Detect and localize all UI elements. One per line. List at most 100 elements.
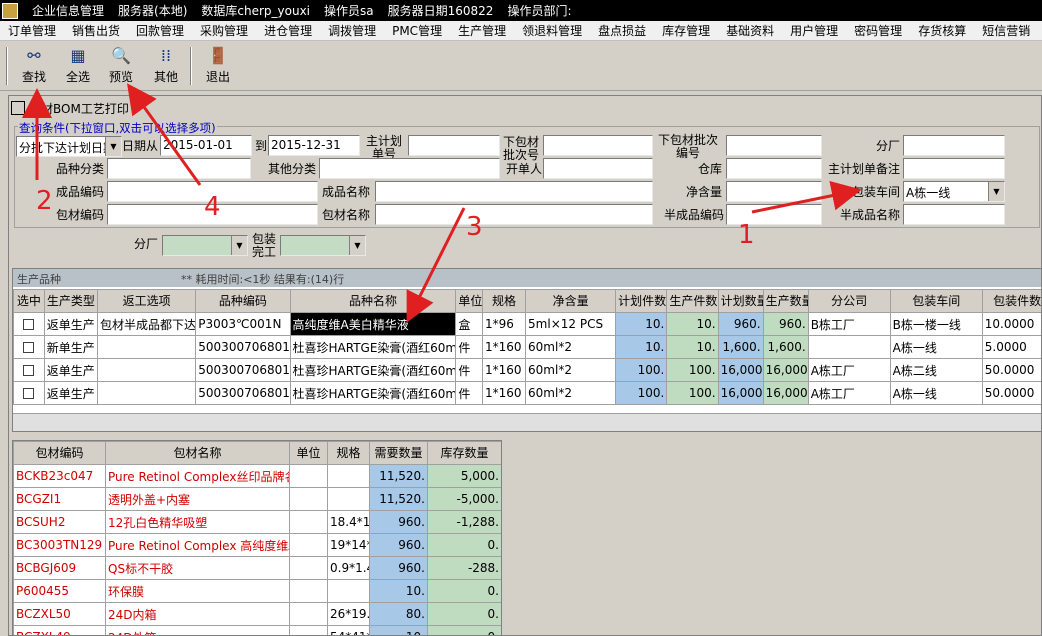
menu-item[interactable]: PMC管理: [384, 22, 450, 39]
column-header[interactable]: 包装件数: [981, 289, 1041, 313]
table-cell[interactable]: A栋二线: [889, 358, 983, 382]
table-cell[interactable]: 100.: [615, 358, 668, 382]
table-cell[interactable]: [96, 335, 197, 359]
other-class-input[interactable]: [319, 158, 500, 179]
menu-item[interactable]: 存货核算: [910, 22, 974, 39]
table-row[interactable]: BCKB23c047 Pure Retinol Complex丝印品牌名 11,52…: [13, 464, 501, 488]
table-cell[interactable]: 960.: [762, 312, 809, 336]
table-row[interactable]: BCSUH212孔白色精华吸塑 18.4*13960.-1,288.: [13, 510, 501, 534]
table-cell[interactable]: 杜喜珍HARTGE染膏(酒红60m: [289, 358, 457, 382]
menu-item[interactable]: 领退料管理: [514, 22, 590, 39]
table-cell[interactable]: [289, 556, 328, 580]
table-cell[interactable]: 10.0000: [981, 312, 1041, 336]
table-cell[interactable]: 10.: [615, 312, 668, 336]
table-cell[interactable]: [289, 533, 328, 557]
table-cell[interactable]: -5,000.: [427, 487, 501, 511]
table-cell[interactable]: BC3003TN129: [13, 533, 106, 557]
column-header[interactable]: 生产数量: [762, 289, 809, 313]
table-cell[interactable]: 盒: [455, 312, 484, 336]
table-cell[interactable]: 返单生产: [43, 358, 98, 382]
table-cell[interactable]: 26*19.8: [327, 602, 370, 626]
column-header[interactable]: 生产件数: [666, 289, 719, 313]
row-checkbox-cell[interactable]: [13, 335, 45, 359]
table-cell[interactable]: 件: [455, 335, 484, 359]
table-row[interactable]: 新单生产 500300706801 杜喜珍HARTGE染膏(酒红60m 件 1*160 6…: [13, 335, 1041, 359]
table-cell[interactable]: -1,288.: [427, 510, 501, 534]
table-cell[interactable]: 件: [455, 381, 484, 405]
table-cell[interactable]: BCKB23c047: [13, 464, 106, 488]
table-row[interactable]: P600455 环保膜 10. 0.: [13, 579, 501, 603]
table-cell[interactable]: 1,600.: [762, 335, 809, 359]
column-header[interactable]: 规格: [327, 441, 370, 465]
table-cell[interactable]: -288.: [427, 556, 501, 580]
date-from-input[interactable]: 2015-01-01: [160, 135, 252, 156]
plan-no-input[interactable]: [408, 135, 500, 156]
table-row[interactable]: BCZXL5024D内箱 26*19.880.0.: [13, 602, 501, 626]
menu-item[interactable]: 进仓管理: [256, 22, 320, 39]
pack-batch-no-input[interactable]: [726, 135, 822, 156]
table-cell[interactable]: 16,000.: [762, 381, 809, 405]
row-checkbox[interactable]: [23, 342, 35, 353]
exit-button[interactable]: 🚪 退出: [196, 44, 240, 88]
table-cell[interactable]: 杜喜珍HARTGE染膏(酒红60m: [289, 381, 457, 405]
column-header[interactable]: 品种编码: [195, 289, 291, 313]
column-header[interactable]: 包材编码: [13, 441, 106, 465]
column-header[interactable]: 需要数量: [369, 441, 428, 465]
table-row[interactable]: BCZXL4924D外箱 54*41*10.0.: [13, 625, 501, 635]
table-cell[interactable]: 50.0000: [981, 381, 1041, 405]
table-cell[interactable]: B栋工厂: [807, 312, 891, 336]
table-row[interactable]: 返单生产 500300706801 杜喜珍HARTGE染膏(酒红60m 件 1*160 6…: [13, 381, 1041, 405]
column-header[interactable]: 单位: [455, 289, 484, 313]
table-cell[interactable]: BCZXL50: [13, 602, 106, 626]
menu-item[interactable]: 密码管理: [846, 22, 910, 39]
table-cell[interactable]: 1*160: [482, 335, 527, 359]
table-cell[interactable]: 1*160: [482, 358, 527, 382]
table-cell[interactable]: [289, 487, 328, 511]
table-cell[interactable]: BCGZI1: [13, 487, 106, 511]
table-cell[interactable]: 16,000.: [717, 358, 764, 382]
table-row[interactable]: 返单生产 包材半成品都下达 P3003℃001N 高纯度维A美白精华液盒 1*96 5ml…: [13, 312, 1041, 336]
table-cell[interactable]: [807, 335, 891, 359]
table-cell[interactable]: BCZXL49: [13, 625, 106, 635]
row-checkbox[interactable]: [23, 388, 35, 399]
table-cell[interactable]: [289, 464, 328, 488]
table-cell[interactable]: 60ml*2: [525, 358, 617, 382]
table-cell[interactable]: 100.: [666, 381, 719, 405]
semi-name-input[interactable]: [903, 204, 1005, 225]
table-cell[interactable]: 100.: [666, 358, 719, 382]
table-cell[interactable]: 5,000.: [427, 464, 501, 488]
table-cell[interactable]: 500300706801: [195, 335, 291, 359]
table-cell[interactable]: 60ml*2: [525, 335, 617, 359]
table-cell[interactable]: A栋工厂: [807, 381, 891, 405]
column-header[interactable]: 品种名称: [289, 289, 457, 313]
table-row[interactable]: BC3003TN129 Pure Retinol Complex 高纯度维A 19*…: [13, 533, 501, 557]
column-header[interactable]: 计划数量: [717, 289, 764, 313]
workshop-select[interactable]: A栋一线 ▼: [903, 181, 1005, 202]
other-button[interactable]: ⁞⁞ 其他: [144, 44, 188, 88]
table-cell[interactable]: 24D内箱: [105, 602, 290, 626]
table-row[interactable]: BCGZI1 透明外盖+内塞 11,520. -5,000.: [13, 487, 501, 511]
table-cell[interactable]: [327, 464, 370, 488]
table-cell[interactable]: 1*96: [482, 312, 527, 336]
column-header[interactable]: 包材名称: [105, 441, 290, 465]
table-cell[interactable]: 5.0000: [981, 335, 1041, 359]
table-cell[interactable]: 件: [455, 358, 484, 382]
menu-item[interactable]: 工资: [1038, 22, 1042, 39]
table-cell[interactable]: [327, 579, 370, 603]
date-mode-select[interactable]: 分批下达计划日期 ▼: [16, 136, 122, 157]
find-button[interactable]: ⚯ 查找: [12, 44, 56, 88]
table-row[interactable]: 返单生产 500300706801 杜喜珍HARTGE染膏(酒红60m 件 1*160 6…: [13, 358, 1041, 382]
column-header[interactable]: 生产类型: [43, 289, 98, 313]
column-header[interactable]: 净含量: [525, 289, 617, 313]
table-cell[interactable]: Pure Retinol Complex 高纯度维A: [105, 533, 290, 557]
net-content-input[interactable]: [726, 181, 822, 202]
table-cell[interactable]: [289, 579, 328, 603]
table-cell[interactable]: A栋一线: [889, 335, 983, 359]
opener-input[interactable]: [543, 158, 653, 179]
table-cell[interactable]: B栋一楼一线: [889, 312, 983, 336]
table-cell[interactable]: 16,000.: [762, 358, 809, 382]
table-cell[interactable]: 500300706801: [195, 358, 291, 382]
table-cell[interactable]: 960.: [369, 510, 428, 534]
table-cell[interactable]: 10.: [666, 335, 719, 359]
table-cell[interactable]: 1,600.: [717, 335, 764, 359]
